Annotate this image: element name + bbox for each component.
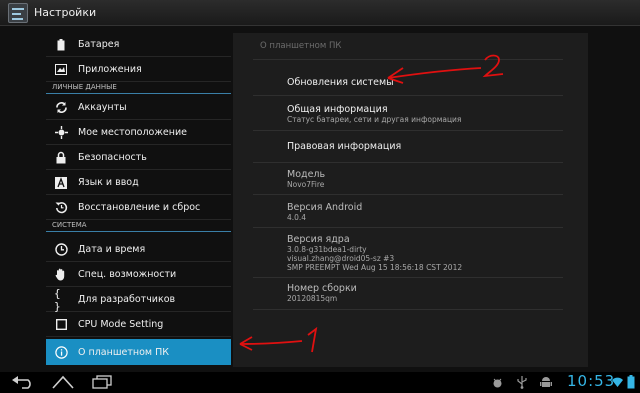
- lock-icon: [54, 151, 68, 165]
- divider: [253, 95, 563, 96]
- sync-icon: [54, 101, 68, 115]
- sidebar-item-language[interactable]: Язык и ввод: [46, 171, 231, 195]
- pref-summary: visual.zhang@droid05-sz #3: [287, 254, 395, 263]
- pref-model: Модель Novo7Fire: [287, 169, 325, 189]
- sidebar-item-label: О планшетном ПК: [78, 346, 169, 358]
- sidebar-item-location[interactable]: Мое местоположение: [46, 121, 231, 145]
- sidebar-item-label: Аккаунты: [78, 102, 127, 113]
- content-area: Батарея Приложения ЛИЧНЫЕ ДАННЫЕ Аккаунт…: [0, 27, 640, 372]
- section-header-personal: ЛИЧНЫЕ ДАННЫЕ: [46, 83, 231, 94]
- battery-status-icon: [627, 375, 635, 389]
- sidebar-item-date-time[interactable]: Дата и время: [46, 238, 231, 262]
- android-debug-icon: [493, 378, 502, 388]
- settings-app-icon[interactable]: [8, 3, 28, 23]
- sidebar-item-label: Спец. возможности: [78, 269, 177, 280]
- sidebar-item-label: Восстановление и сброс: [78, 202, 201, 213]
- pref-summary: 3.0.8-g31bdea1-dirty: [287, 245, 367, 254]
- pref-title: Модель: [287, 169, 326, 180]
- sidebar-item-label: Дата и время: [78, 244, 146, 255]
- sidebar-item-label: Безопасность: [78, 152, 147, 163]
- pref-summary: SMP PREEMPT Wed Aug 15 18:56:18 CST 2012: [287, 263, 463, 272]
- pref-title: Правовая информация: [287, 141, 402, 152]
- app-title: Настройки: [34, 6, 97, 19]
- info-icon: [54, 345, 68, 359]
- braces-icon: { }: [54, 286, 61, 313]
- sidebar-item-label: Для разработчиков: [78, 294, 176, 305]
- section-header-system: СИСТЕМА: [46, 221, 231, 232]
- pref-title: Версия Android: [287, 202, 363, 213]
- sidebar-item-security[interactable]: Безопасность: [46, 146, 231, 170]
- status-clock: 10:53: [567, 372, 616, 390]
- sidebar-item-accessibility[interactable]: Спец. возможности: [46, 263, 231, 287]
- divider: [253, 194, 563, 195]
- wifi-icon: [612, 377, 623, 387]
- pref-summary: Novo7Fire: [287, 180, 325, 189]
- sidebar-item-label: Язык и ввод: [78, 177, 139, 188]
- pref-summary: Статус батареи, сети и другая информация: [287, 115, 462, 124]
- pref-summary: 20120815qm: [287, 294, 338, 303]
- sidebar-item-accounts[interactable]: Аккаунты: [46, 96, 231, 120]
- sidebar-item-label: Приложения: [78, 64, 142, 75]
- action-bar: Настройки: [0, 0, 640, 26]
- sidebar-item-cpu-mode[interactable]: CPU Mode Setting: [46, 313, 231, 337]
- system-bar: 10:53: [0, 372, 640, 393]
- restore-icon: [54, 201, 68, 215]
- panel-title: О планшетном ПК: [260, 41, 342, 51]
- sidebar-item-battery[interactable]: Батарея: [46, 33, 231, 57]
- divider: [253, 130, 563, 131]
- recent-apps-icon[interactable]: [90, 374, 116, 390]
- android-icon: [540, 377, 552, 387]
- sidebar-item-label: Мое местоположение: [78, 127, 187, 138]
- annotation-arrow-1: [239, 326, 318, 353]
- pref-title: Версия ядра: [287, 234, 350, 245]
- pref-system-updates[interactable]: Обновления системы: [287, 77, 394, 88]
- apps-icon: [54, 63, 68, 77]
- back-icon[interactable]: [10, 374, 38, 390]
- divider: [253, 277, 563, 278]
- settings-headers-list[interactable]: Батарея Приложения ЛИЧНЫЕ ДАННЫЕ Аккаунт…: [46, 33, 231, 367]
- pref-kernel-version: Версия ядра 3.0.8-g31bdea1-dirty visual.…: [287, 234, 462, 272]
- sidebar-item-label: CPU Mode Setting: [78, 319, 164, 330]
- annotation-arrow-2: [387, 54, 504, 84]
- divider: [253, 162, 563, 163]
- language-icon: [54, 176, 68, 190]
- pref-title: Общая информация: [287, 104, 388, 115]
- divider: [253, 227, 563, 228]
- pref-android-version[interactable]: Версия Android 4.0.4: [287, 202, 362, 222]
- pref-status[interactable]: Общая информация Статус батареи, сети и …: [287, 104, 461, 124]
- battery-icon: [54, 38, 68, 52]
- sidebar-item-developer[interactable]: { } Для разработчиков: [46, 286, 231, 313]
- pref-title: Обновления системы: [287, 77, 394, 88]
- location-icon: [54, 126, 68, 140]
- hand-icon: [54, 268, 68, 282]
- pref-summary: 4.0.4: [287, 213, 307, 222]
- pref-title: Номер сборки: [287, 283, 357, 294]
- divider: [253, 309, 563, 310]
- sidebar-item-backup-reset[interactable]: Восстановление и сброс: [46, 196, 231, 220]
- sidebar-item-apps[interactable]: Приложения: [46, 58, 231, 82]
- usb-icon: [517, 376, 527, 389]
- clock-icon: [54, 243, 68, 257]
- pref-legal[interactable]: Правовая информация: [287, 141, 401, 152]
- sidebar-item-about-tablet[interactable]: О планшетном ПК: [46, 339, 231, 365]
- square-icon: [54, 318, 68, 332]
- home-icon[interactable]: [50, 374, 76, 390]
- sidebar-item-label: Батарея: [78, 39, 120, 50]
- pref-build-number[interactable]: Номер сборки 20120815qm: [287, 283, 357, 303]
